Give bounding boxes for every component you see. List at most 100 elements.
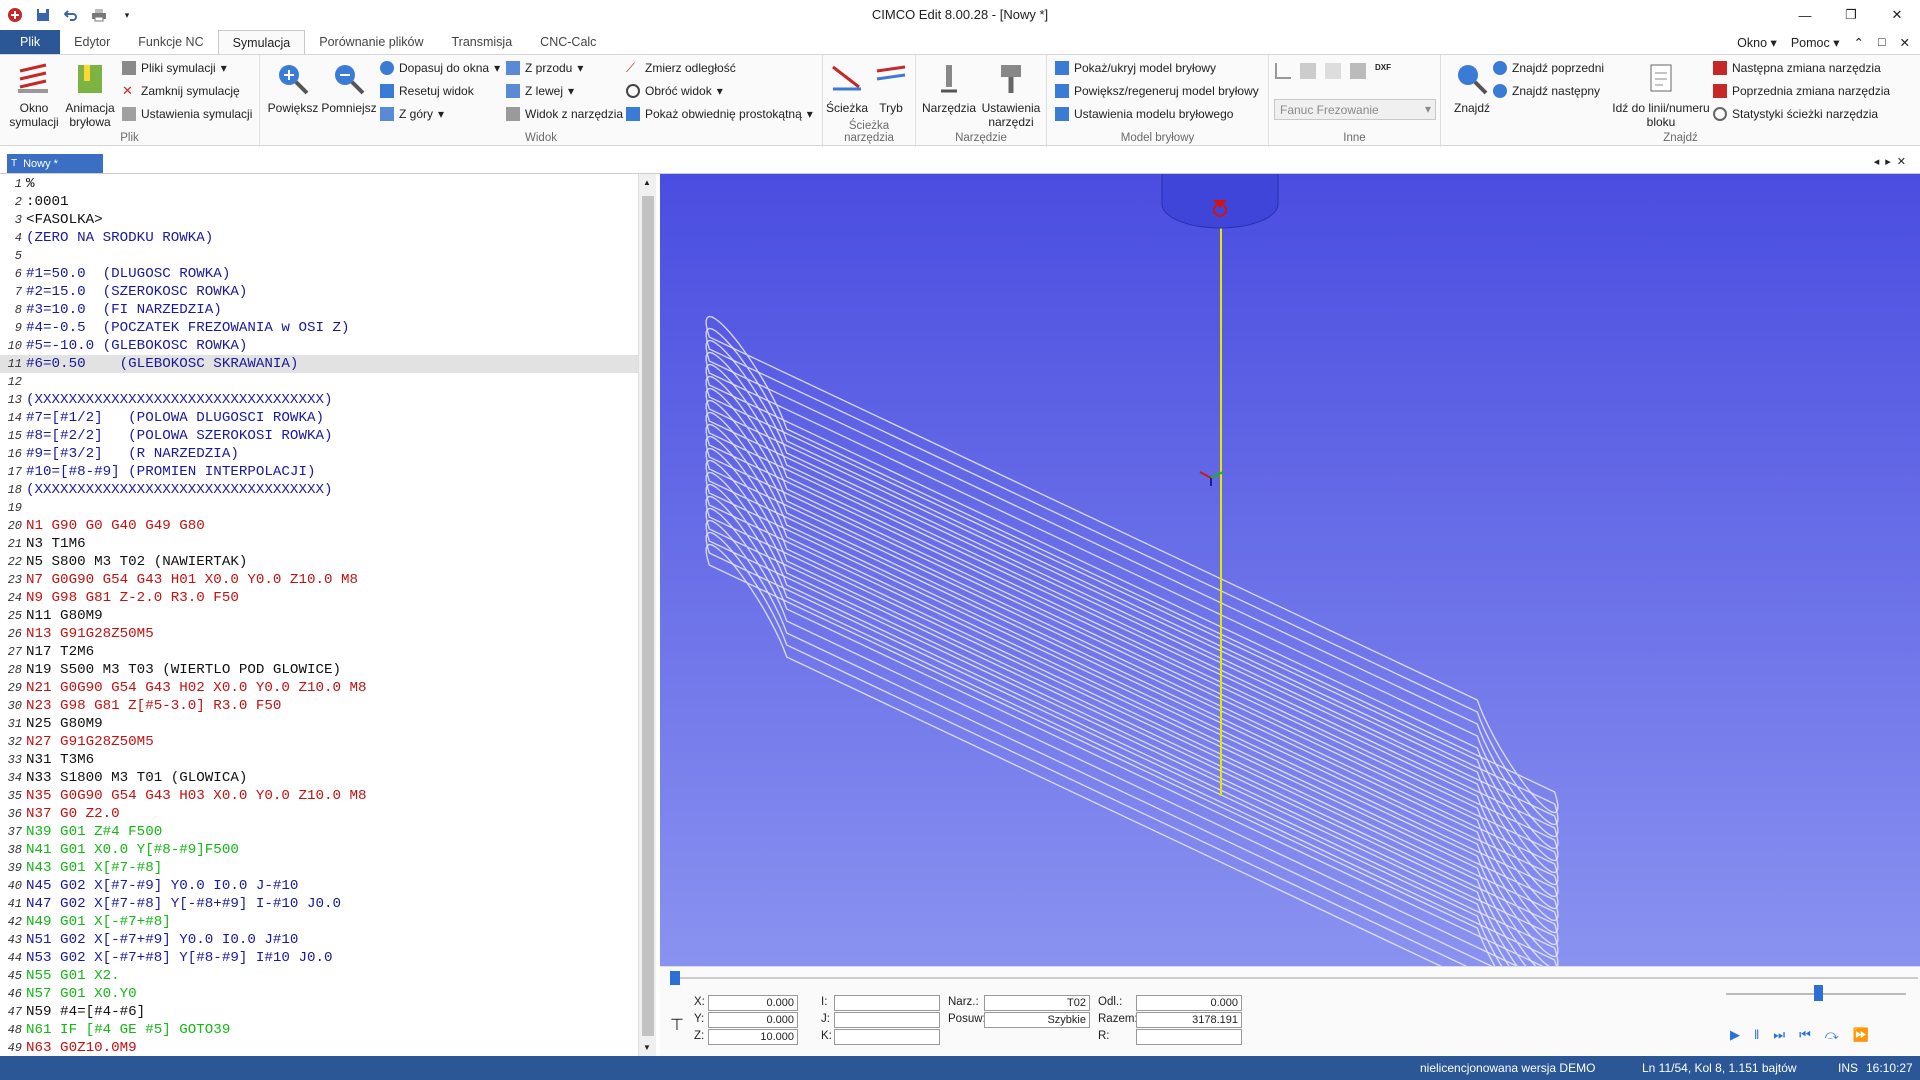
code-line[interactable]: 2:0001 [0,193,638,211]
print-icon[interactable] [90,6,108,24]
code-line[interactable]: 35 N35 G0G90 G54 G43 H03 X0.0 Y0.0 Z10.0 … [0,787,638,805]
code-line[interactable]: 40 N45 G02 X[#7-#9] Y0.0 I0.0 J-#10 [0,877,638,895]
obwiednia-button[interactable]: Pokaż obwiednię prostokątną ▾ [626,107,813,121]
powieksz-button[interactable]: Powiększ [266,61,320,115]
code-line[interactable]: 8 #3=10.0 (FI NARZEDZIA) [0,301,638,319]
scroll-up-icon[interactable]: ▲ [643,178,651,187]
obroc-widok-button[interactable]: Obróć widok ▾ [626,84,723,98]
znajdz-poprzedni-button[interactable]: Znajdź poprzedni [1493,61,1604,75]
scroll-down-icon[interactable]: ▼ [643,1043,651,1052]
save-icon[interactable] [34,6,52,24]
fixture-icon[interactable] [1325,63,1341,79]
pokaz-model-button[interactable]: Pokaż/ukryj model bryłowy [1055,61,1216,75]
code-line[interactable]: 9 #4=-0.5 (POCZATEK FREZOWANIA w OSI Z) [0,319,638,337]
machine-icon[interactable] [1300,63,1316,79]
code-line[interactable]: 48 N61 IF [#4 GE #5] GOTO39 [0,1021,638,1039]
code-editor[interactable]: 1% 2:0001 3 <FASOLKA> 4 (ZERO NA SRODKU ROWKA… [0,174,656,1056]
code-line[interactable]: 15 #8=[#2/2] (POLOWA SZEROKOSI ROWKA) [0,427,638,445]
sciezka-button[interactable]: Ścieżka [825,61,869,115]
code-line[interactable]: 14 #7=[#1/2] (POLOWA DLUGOSCI ROWKA) [0,409,638,427]
code-line[interactable]: 44 N53 G02 X[-#7+#8] Y[#8-#9] I#10 J0.0 [0,949,638,967]
pin-icon[interactable]: □ [1878,35,1886,49]
code-line[interactable]: 34 N33 S1800 M3 T01 (GLOWICA) [0,769,638,787]
end-icon[interactable]: ⏩ [1853,1027,1869,1043]
resetuj-widok-button[interactable]: Resetuj widok [380,84,474,98]
code-line[interactable]: 11 #6=0.50 (GLEBOKOSC SKRAWANIA) [0,355,638,373]
animacja-brylowa-button[interactable]: Animacja bryłowa [62,61,118,129]
code-line[interactable]: 4 (ZERO NA SRODKU ROWKA) [0,229,638,247]
dopasuj-do-okna-button[interactable]: Dopasuj do okna ▾ [380,61,500,75]
code-line[interactable]: 21 N3 T1M6 [0,535,638,553]
tab-funkcje-nc[interactable]: Funkcje NC [124,30,217,54]
customize-dropdown-icon[interactable]: ▾ [118,6,136,24]
tab-cnc-calc[interactable]: CNC-Calc [526,30,610,54]
code-line[interactable]: 46 N57 G01 X0.Y0 [0,985,638,1003]
editor-scrollbar[interactable]: ▲ ▼ [638,174,656,1056]
tab-edytor[interactable]: Edytor [60,30,124,54]
z-gory-button[interactable]: Z góry ▾ [380,107,444,121]
app-logo-icon[interactable] [6,6,24,24]
code-line[interactable]: 39 N43 G01 X[#7-#8] [0,859,638,877]
code-line[interactable]: 38 N41 G01 X0.0 Y[#8-#9]F500 [0,841,638,859]
code-line[interactable]: 42 N49 G01 X[-#7+#8] [0,913,638,931]
stock-icon[interactable] [1350,63,1366,79]
pause-icon[interactable]: ‖ [1754,1027,1759,1043]
tab-transmisja[interactable]: Transmisja [438,30,527,54]
code-line[interactable]: 37 N39 G01 Z#4 F500 [0,823,638,841]
poprzednia-zmiana-button[interactable]: Poprzednia zmiana narzędzia [1713,84,1890,98]
code-line[interactable]: 1% [0,175,638,193]
code-line[interactable]: 31 N25 G80M9 [0,715,638,733]
code-line[interactable]: 16 #9=[#3/2] (R NARZEDZIA) [0,445,638,463]
document-tab-nowy[interactable]: T Nowy * [7,154,103,173]
z-lewej-button[interactable]: Z lewej ▾ [506,84,574,98]
close-button[interactable]: ✕ [1874,0,1920,30]
code-line[interactable]: 22 N5 S800 M3 T02 (NAWIERTAK) [0,553,638,571]
code-line[interactable]: 18 (XXXXXXXXXXXXXXXXXXXXXXXXXXXXXXXXXX) [0,481,638,499]
code-line[interactable]: 25 N11 G80M9 [0,607,638,625]
play-icon[interactable]: ▶ [1730,1027,1740,1043]
code-line[interactable]: 47 N59 #4=[#4-#6] [0,1003,638,1021]
code-line[interactable]: 32 N27 G91G28Z50M5 [0,733,638,751]
zmierz-odleglosc-button[interactable]: ⟋ Zmierz odległość [626,61,736,76]
idz-do-button[interactable]: Idź do linii/numeru bloku [1605,61,1717,129]
tab-porownanie-plikow[interactable]: Porównanie plików [305,30,437,54]
simulation-viewport[interactable] [660,174,1920,966]
ribbon-close-icon[interactable]: ✕ [1900,35,1910,50]
widok-z-narzedzia-button[interactable]: Widok z narzędzia [506,107,623,121]
code-line[interactable]: 28 N19 S500 M3 T03 (WIERTLO POD GLOWICE) [0,661,638,679]
code-line[interactable]: 49 N63 G0Z10.0M9 [0,1039,638,1056]
machine-select[interactable]: Fanuc Frezowanie ▾ [1274,99,1436,120]
tab-plik[interactable]: Plik [0,30,61,54]
ustawienia-symulacji-button[interactable]: Ustawienia symulacji [122,107,252,121]
statystyki-button[interactable]: Statystyki ścieżki narzędzia [1713,107,1878,121]
ustawienia-modelu-button[interactable]: Ustawienia modelu bryłowego [1055,107,1233,121]
minimize-button[interactable]: — [1782,0,1828,30]
z-przodu-button[interactable]: Z przodu ▾ [506,61,583,75]
code-line[interactable]: 27 N17 T2M6 [0,643,638,661]
help-menu[interactable]: Pomoc ▾ [1791,35,1840,50]
speed-slider-thumb[interactable] [1814,985,1823,1001]
restore-button[interactable]: ❐ [1828,0,1874,30]
dxf-icon[interactable]: DXF [1375,63,1391,79]
scrollbar-thumb[interactable] [642,196,654,1036]
tab-symulacja[interactable]: Symulacja [217,30,306,54]
pliki-symulacji-button[interactable]: Pliki symulacji ▾ [122,61,227,75]
zamknij-symulacje-button[interactable]: ✕ Zamknij symulację [122,84,240,99]
code-line[interactable]: 43 N51 G02 X[-#7+#9] Y0.0 I0.0 J#10 [0,931,638,949]
tryb-button[interactable]: Tryb [869,61,913,115]
code-line[interactable]: 5 [0,247,638,265]
code-line[interactable]: 6 #1=50.0 (DLUGOSC ROWKA) [0,265,638,283]
code-line[interactable]: 20 N1 G90 G0 G40 G49 G80 [0,517,638,535]
timeline-track[interactable] [670,977,1918,979]
code-line[interactable]: 33 N31 T3M6 [0,751,638,769]
znajdz-nastepny-button[interactable]: Znajdź następny [1493,84,1600,98]
next-block-icon[interactable]: ⤼ [1825,1027,1839,1043]
code-line[interactable]: 10 #5=-10.0 (GLEBOKOSC ROWKA) [0,337,638,355]
code-line[interactable]: 45 N55 G01 X2. [0,967,638,985]
code-line[interactable]: 30 N23 G98 G81 Z[#5-3.0] R3.0 F50 [0,697,638,715]
pomniejsz-button[interactable]: Pomniejsz [320,61,378,115]
narzedzia-button[interactable]: Narzędzia [920,61,978,115]
code-line[interactable]: 29 N21 G0G90 G54 G43 H02 X0.0 Y0.0 Z10.0 … [0,679,638,697]
powieksz-model-button[interactable]: Powiększ/regeneruj model bryłowy [1055,84,1259,98]
code-line[interactable]: 13 (XXXXXXXXXXXXXXXXXXXXXXXXXXXXXXXXXX) [0,391,638,409]
